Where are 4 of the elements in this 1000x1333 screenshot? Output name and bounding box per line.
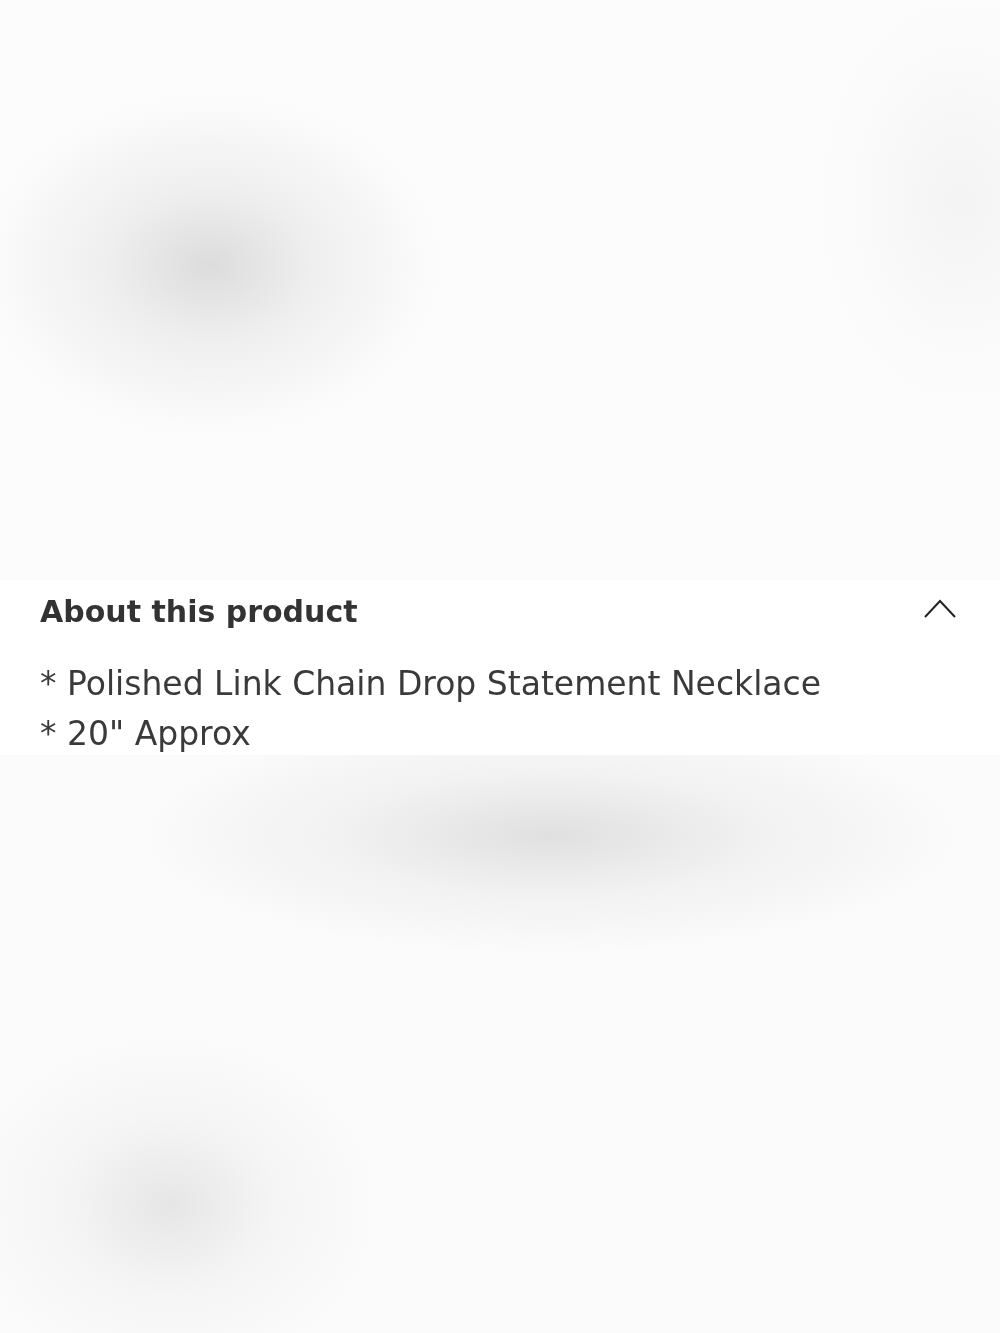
chevron-icon[interactable] [924,598,956,618]
section-title: About this product [40,593,358,631]
description-line: * 20" Approx [40,713,252,755]
description-line: * Polished Link Chain Drop Statement Necklace [40,663,822,705]
